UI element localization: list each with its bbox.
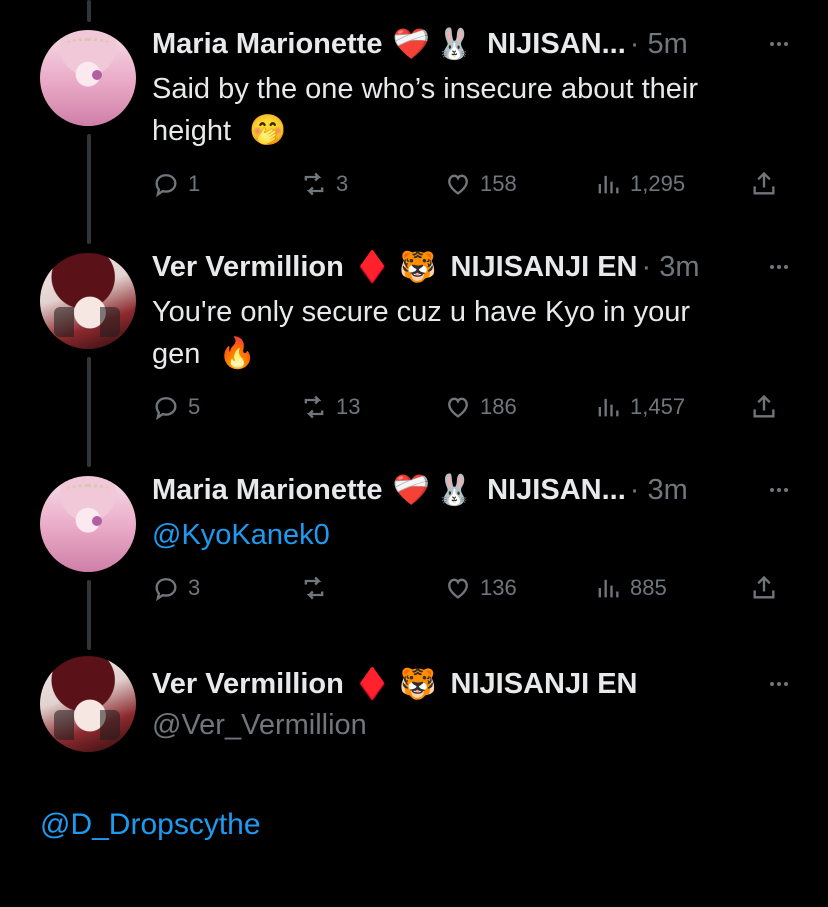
- share-icon: [753, 575, 775, 599]
- views-count: 885: [630, 575, 667, 600]
- display-name[interactable]: Ver Vermillion: [152, 251, 344, 284]
- tweet-header: Maria Marionette ❤️‍🩹 🐰 NIJISAN... · 3m: [152, 470, 788, 510]
- thread-view: Maria Marionette ❤️‍🩹 🐰 NIJISAN... · 5m …: [0, 0, 828, 907]
- like-button[interactable]: 186: [444, 387, 517, 427]
- tweet-text-word: gen: [152, 338, 201, 370]
- avatar[interactable]: [40, 476, 136, 572]
- thread-line: [87, 357, 91, 467]
- tweet-text-line: gen 🔥: [152, 333, 782, 375]
- timestamp[interactable]: · 5m: [630, 28, 688, 61]
- retweet-icon: [304, 576, 324, 600]
- heart-emoji: ❤️‍🩹: [392, 26, 430, 62]
- tiger-emoji: 🐯: [399, 249, 437, 285]
- like-icon: [448, 397, 468, 418]
- reply-count: 1: [188, 171, 201, 196]
- tweet-text-line: height 🤭: [152, 110, 782, 152]
- user-handle[interactable]: @Ver_Vermillion: [152, 709, 367, 741]
- reply-button[interactable]: 5: [152, 387, 200, 427]
- tweet-header: Maria Marionette ❤️‍🩹 🐰 NIJISAN... · 5m: [152, 24, 788, 64]
- display-name[interactable]: Maria Marionette: [152, 474, 382, 507]
- reply-count: 3: [188, 575, 201, 600]
- fire-emoji: 🔥: [218, 336, 256, 371]
- like-count: 136: [480, 575, 517, 600]
- tweet-text: You're only secure cuz u have Kyo in you…: [152, 291, 782, 375]
- reply-icon: [155, 174, 177, 198]
- like-count: 186: [480, 394, 517, 419]
- heart-emoji: ❤️‍🩹: [392, 472, 430, 508]
- timestamp[interactable]: · 3m: [642, 251, 700, 284]
- share-icon: [753, 171, 775, 195]
- reply-button[interactable]: 1: [152, 164, 200, 204]
- rabbit-emoji: 🐰: [435, 26, 474, 62]
- thread-line: [87, 134, 91, 244]
- timestamp[interactable]: · 3m: [630, 474, 688, 507]
- tweet-handle: @Ver_Vermillion: [152, 704, 782, 746]
- tweet-actions: 3 136 885: [152, 568, 788, 608]
- more-icon[interactable]: [748, 470, 788, 510]
- diamond-emoji: ♦️: [353, 249, 392, 285]
- more-icon[interactable]: [748, 664, 788, 704]
- affiliation-label[interactable]: NIJISANJI EN: [451, 251, 638, 284]
- more-icon[interactable]: [748, 24, 788, 64]
- tweet-text-word: height: [152, 115, 232, 147]
- views-count: 1,457: [630, 394, 686, 419]
- like-button[interactable]: 158: [444, 164, 517, 204]
- rabbit-emoji: 🐰: [435, 472, 474, 508]
- retweet-count: 13: [336, 394, 361, 419]
- tweet-text: Said by the one who’s insecure about the…: [152, 68, 782, 152]
- tweet-actions: 1 3 158 1,295: [152, 164, 788, 204]
- reply-button[interactable]: 3: [152, 568, 200, 608]
- retweet-icon: [304, 395, 324, 419]
- like-count: 158: [480, 171, 517, 196]
- avatar[interactable]: [40, 30, 136, 126]
- retweet-button[interactable]: 13: [300, 387, 360, 427]
- avatar[interactable]: [40, 253, 136, 349]
- like-button[interactable]: 136: [444, 568, 517, 608]
- tweet-text-line: Said by the one who’s insecure about the…: [152, 73, 698, 105]
- reply-icon: [155, 578, 177, 602]
- share-button[interactable]: [750, 568, 786, 608]
- display-name[interactable]: Maria Marionette: [152, 28, 382, 61]
- share-button[interactable]: [750, 164, 786, 204]
- retweet-button[interactable]: [300, 568, 336, 608]
- hand-over-mouth-emoji: 🤭: [249, 113, 287, 148]
- views-icon: [598, 175, 619, 194]
- affiliation-label[interactable]: NIJISAN...: [487, 474, 626, 507]
- tweet-text-line: You're only secure cuz u have Kyo in you…: [152, 296, 691, 328]
- mention-link[interactable]: @KyoKanek0: [152, 519, 330, 551]
- reply-count: 5: [188, 394, 201, 419]
- views-icon: [598, 398, 619, 417]
- thread-line: [87, 580, 91, 650]
- display-name[interactable]: Ver Vermillion: [152, 668, 344, 701]
- affiliation-label[interactable]: NIJISAN...: [487, 28, 626, 61]
- tiger-emoji: 🐯: [399, 666, 437, 702]
- like-icon: [448, 174, 468, 195]
- more-icon[interactable]: [748, 247, 788, 287]
- retweet-count: 3: [336, 171, 349, 196]
- reply-icon: [155, 397, 177, 421]
- diamond-emoji: ♦️: [353, 666, 392, 702]
- affiliation-label[interactable]: NIJISANJI EN: [451, 668, 638, 701]
- like-icon: [448, 578, 468, 599]
- tweet-text: @KyoKanek0: [152, 514, 782, 556]
- avatar[interactable]: [40, 656, 136, 752]
- mention-link[interactable]: @D_Dropscythe: [40, 808, 261, 842]
- retweet-button[interactable]: 3: [300, 164, 348, 204]
- views-button[interactable]: 1,295: [594, 164, 685, 204]
- views-button[interactable]: 885: [594, 568, 667, 608]
- views-button[interactable]: 1,457: [594, 387, 685, 427]
- tweet-header: Ver Vermillion ♦️ 🐯 NIJISANJI EN · 3m: [152, 247, 788, 287]
- thread-line: [87, 0, 91, 22]
- retweet-icon: [304, 172, 324, 196]
- tweet-actions: 5 13 186 1,457: [152, 387, 788, 427]
- tweet-header: Ver Vermillion ♦️ 🐯 NIJISANJI EN: [152, 664, 788, 704]
- share-icon: [753, 394, 775, 418]
- share-button[interactable]: [750, 387, 786, 427]
- views-icon: [598, 579, 619, 598]
- views-count: 1,295: [630, 171, 686, 196]
